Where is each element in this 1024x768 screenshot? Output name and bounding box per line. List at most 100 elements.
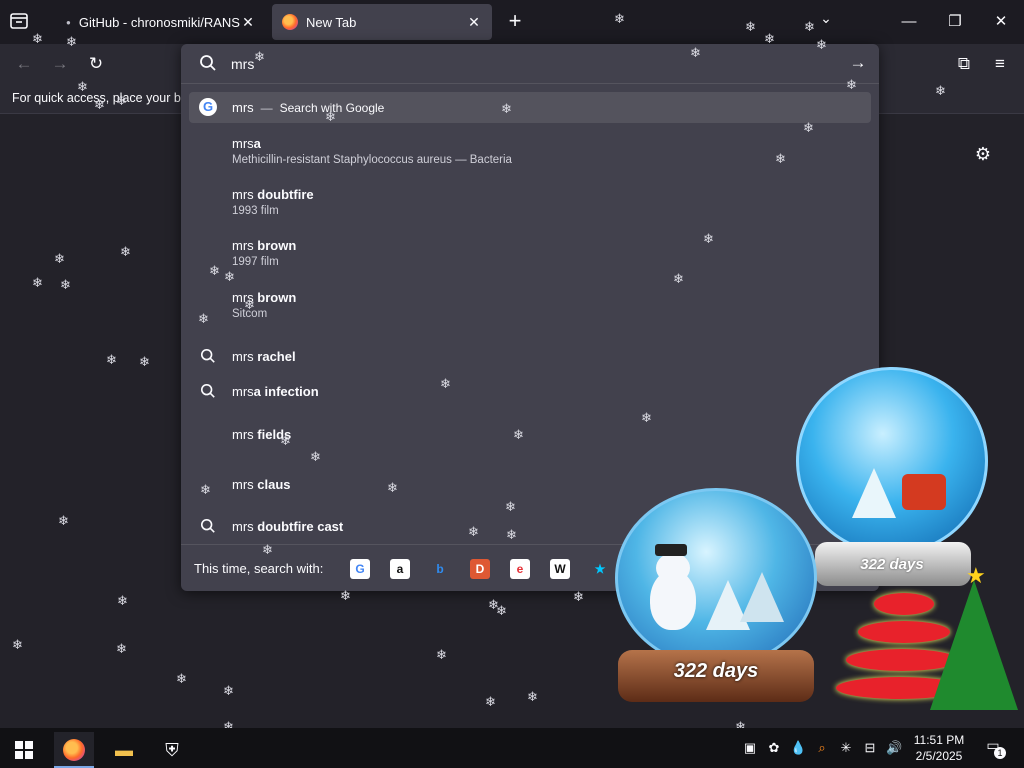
extensions-button[interactable]: ⧉ [952, 52, 976, 76]
notification-center-button[interactable]: ▭ 1 [980, 737, 1006, 759]
suggestion-row[interactable]: mrsa Methicillin-resistant Staphylococcus… [189, 132, 871, 180]
firefox-view-icon [10, 13, 28, 29]
amazon-engine-button[interactable]: a [390, 559, 410, 579]
go-button[interactable]: → [847, 53, 869, 75]
suggestion-title: mrs fields [232, 427, 292, 442]
suggestion-row[interactable]: mrsa infection [189, 375, 871, 409]
result-title: mrs — Search with Google [232, 100, 385, 115]
puzzle-icon: ⧉ [957, 54, 971, 73]
tray-search-icon[interactable]: ⌕ [814, 740, 830, 756]
one-off-label: This time, search with: [194, 561, 324, 576]
suggestion-row[interactable]: mrs doubtfire 1993 film [189, 183, 871, 231]
clock-date: 2/5/2025 [915, 749, 963, 763]
taskbar: ▬ ⛨ ▣ ✿ 💧 ⌕ ✳ ⊟ 🔊 11:51 PM 2/5/2025 ▭ 1 [0, 728, 1024, 768]
search-icon [199, 383, 217, 401]
suggestion-row[interactable]: mrs brown 1997 film [189, 234, 871, 282]
bookmarks-icon: ★ [594, 562, 606, 576]
tab-unread-dot: ● [66, 17, 71, 27]
search-icon [199, 518, 217, 536]
suggestion-row[interactable]: mrs brown Sitcom [189, 286, 871, 334]
suggestion-row[interactable]: mrs claus [189, 468, 871, 502]
suggestion-title: mrs brown [232, 290, 297, 305]
urlbar-input[interactable] [231, 52, 831, 76]
volume-icon[interactable]: 🔊 [886, 740, 902, 756]
firefox-view-button[interactable] [8, 10, 32, 34]
hat-icon [655, 544, 687, 556]
bookmarks-engine-button[interactable]: ★ [590, 559, 610, 579]
tab-bar: ● GitHub - chronosmiki/RANSOM ✕ New Tab … [0, 0, 1024, 44]
tab-new-tab[interactable]: New Tab ✕ [272, 4, 492, 40]
amazon-icon: a [396, 562, 404, 576]
snowflake-icon: ❄ [117, 593, 128, 608]
snowflake-icon: ❄ [527, 689, 538, 704]
tray-app-icon[interactable]: ▣ [742, 740, 758, 756]
new-tab-button[interactable]: + [503, 10, 527, 34]
folder-icon: ▬ [115, 740, 133, 760]
arrow-right-icon: → [51, 54, 69, 73]
back-button[interactable]: ← [12, 52, 36, 76]
clock-time: 11:51 PM [913, 733, 965, 747]
snowflake-icon: ❄ [12, 637, 23, 652]
notification-count: 1 [994, 747, 1006, 759]
forward-button[interactable]: → [48, 52, 72, 76]
tray-gift-icon[interactable]: ✿ [766, 740, 782, 756]
restore-button[interactable]: ❐ [940, 8, 970, 36]
google-icon: G [199, 98, 217, 116]
tray-drop-icon[interactable]: 💧 [790, 740, 806, 756]
close-icon[interactable]: ✕ [466, 14, 482, 30]
close-icon[interactable]: ✕ [240, 14, 256, 30]
suggestion-title: mrs brown [232, 238, 297, 253]
countdown-left: 322 days [673, 660, 759, 682]
snowflake-icon: ❄ [436, 647, 447, 662]
minimize-button[interactable]: — [894, 8, 924, 36]
tab-github[interactable]: ● GitHub - chronosmiki/RANSOM ✕ [56, 4, 266, 40]
suggestion-row[interactable]: mrs fields [189, 418, 871, 452]
tree-icon [740, 572, 784, 622]
taskbar-file-explorer[interactable]: ▬ [104, 732, 144, 768]
reload-button[interactable]: ↻ [84, 52, 108, 76]
snowflake-icon: ❄ [485, 694, 496, 709]
taskbar-security[interactable]: ⛨ [152, 732, 192, 768]
close-icon: ✕ [994, 13, 1008, 30]
chevron-down-icon: ⌄ [820, 10, 832, 26]
app-menu-button[interactable]: ≡ [988, 52, 1012, 76]
snowflake-icon: ❄ [106, 352, 117, 367]
bookmarks-empty-text: For quick access, place your bookmarks h… [12, 91, 187, 105]
search-icon [199, 348, 217, 366]
ebay-engine-button[interactable]: e [510, 559, 530, 579]
snowflake-icon: ❄ [176, 671, 187, 686]
taskbar-firefox[interactable] [54, 732, 94, 768]
star-icon: ★ [966, 563, 986, 588]
newtab-settings-button[interactable]: ⚙ [972, 144, 994, 166]
taskbar-clock[interactable]: 11:51 PM 2/5/2025 [908, 732, 970, 764]
list-all-tabs-button[interactable]: ⌄ [816, 10, 836, 32]
plus-icon: + [508, 8, 522, 33]
countdown-right: 322 days [860, 556, 924, 573]
tray-snowflake-icon[interactable]: ✳ [838, 740, 854, 756]
snowflake-icon: ❄ [488, 597, 499, 612]
snowflake-icon: ❄ [573, 589, 584, 604]
suggestion-row[interactable]: mrs rachel [189, 340, 871, 374]
google-icon: G [355, 562, 365, 576]
firefox-icon [63, 739, 85, 761]
suggestion-title: mrs claus [232, 477, 291, 492]
network-icon[interactable]: ⊟ [862, 740, 878, 756]
snowflake-icon: ❄ [223, 683, 234, 698]
windows-icon [15, 741, 33, 759]
snowman-head [656, 553, 690, 583]
wikipedia-engine-button[interactable]: W [550, 559, 570, 579]
minimize-icon: — [901, 13, 917, 30]
suggestion-title: mrs rachel [232, 349, 296, 364]
shield-icon: ⛨ [165, 740, 179, 760]
google-engine-button[interactable]: G [350, 559, 370, 579]
bing-icon: b [436, 562, 444, 576]
ebay-icon: e [516, 562, 524, 576]
start-button[interactable] [4, 732, 44, 768]
restore-icon: ❐ [948, 13, 962, 30]
bing-engine-button[interactable]: b [430, 559, 450, 579]
close-window-button[interactable]: ✕ [986, 8, 1016, 36]
suggestion-description: 1993 film [232, 205, 279, 217]
arrow-right-icon: → [849, 53, 867, 72]
heuristic-result[interactable]: G mrs — Search with Google [189, 92, 871, 123]
duckduckgo-engine-button[interactable]: D [470, 559, 490, 579]
